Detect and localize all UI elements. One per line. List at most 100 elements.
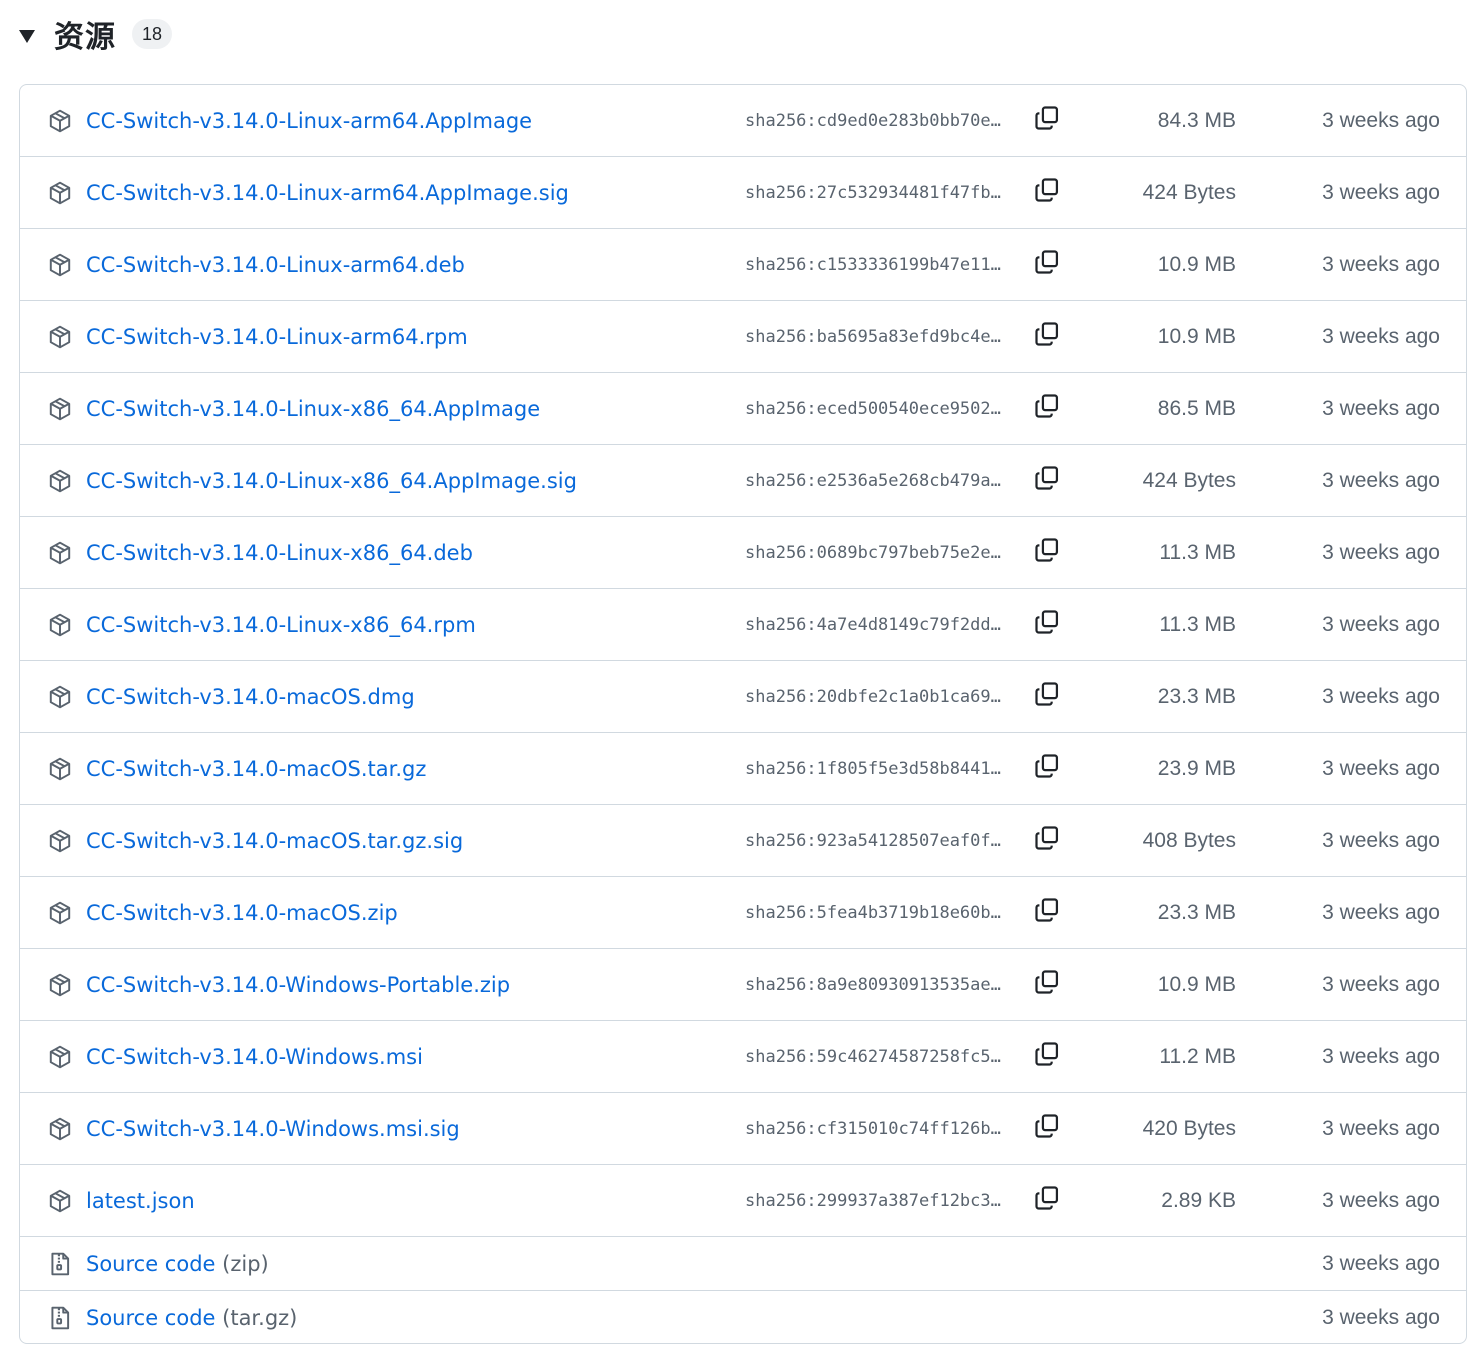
copy-sha-button[interactable]	[1029, 823, 1065, 859]
asset-sha256: sha256:0689bc797beb75e2e…	[745, 542, 1001, 563]
asset-time: 3 weeks ago	[1322, 972, 1440, 996]
asset-link[interactable]: CC-Switch-v3.14.0-macOS.tar.gz.sig	[86, 829, 463, 853]
package-icon	[47, 108, 73, 134]
copy-icon	[1033, 1040, 1061, 1073]
copy-sha-button[interactable]	[1029, 1183, 1065, 1219]
asset-link[interactable]: CC-Switch-v3.14.0-Linux-x86_64.AppImage.…	[86, 469, 577, 493]
asset-sha256: sha256:27c532934481f47fb…	[745, 182, 1001, 203]
copy-icon	[1033, 608, 1061, 641]
copy-sha-button[interactable]	[1029, 103, 1065, 139]
package-icon	[47, 468, 73, 494]
copy-sha-button[interactable]	[1029, 319, 1065, 355]
asset-size: 11.3 MB	[1159, 612, 1236, 636]
asset-link[interactable]: CC-Switch-v3.14.0-macOS.zip	[86, 901, 398, 925]
asset-sha256: sha256:8a9e80930913535ae…	[745, 974, 1001, 995]
asset-sha256: sha256:20dbfe2c1a0b1ca69…	[745, 686, 1001, 707]
asset-link[interactable]: CC-Switch-v3.14.0-macOS.tar.gz	[86, 757, 426, 781]
asset-time: 3 weeks ago	[1322, 396, 1440, 420]
asset-link[interactable]: CC-Switch-v3.14.0-Linux-x86_64.AppImage	[86, 397, 540, 421]
package-icon	[47, 828, 73, 854]
asset-time: 3 weeks ago	[1322, 468, 1440, 492]
asset-size: 23.3 MB	[1157, 684, 1236, 708]
asset-row: CC-Switch-v3.14.0-Linux-x86_64.deb sha256…	[20, 517, 1466, 589]
copy-sha-button[interactable]	[1029, 1111, 1065, 1147]
copy-sha-button[interactable]	[1029, 895, 1065, 931]
caret-down-icon[interactable]	[19, 29, 35, 43]
asset-sha256: sha256:4a7e4d8149c79f2dd…	[745, 614, 1001, 635]
asset-time: 3 weeks ago	[1322, 324, 1440, 348]
asset-row: CC-Switch-v3.14.0-Windows.msi sha256:59c4…	[20, 1021, 1466, 1093]
copy-icon	[1033, 1112, 1061, 1145]
asset-sha256: sha256:c1533336199b47e11…	[745, 254, 1001, 275]
copy-sha-button[interactable]	[1029, 535, 1065, 571]
copy-sha-button[interactable]	[1029, 751, 1065, 787]
asset-link[interactable]: CC-Switch-v3.14.0-macOS.dmg	[86, 685, 415, 709]
asset-time: 3 weeks ago	[1322, 900, 1440, 924]
copy-icon	[1033, 320, 1061, 353]
asset-size: 420 Bytes	[1142, 1116, 1236, 1140]
copy-icon	[1033, 1184, 1061, 1217]
asset-link[interactable]: CC-Switch-v3.14.0-Linux-arm64.rpm	[86, 325, 468, 349]
source-code-row: Source code (tar.gz) 3 weeks ago	[20, 1291, 1466, 1343]
asset-link[interactable]: CC-Switch-v3.14.0-Linux-x86_64.deb	[86, 541, 473, 565]
asset-link[interactable]: CC-Switch-v3.14.0-Linux-arm64.AppImage	[86, 109, 532, 133]
copy-sha-button[interactable]	[1029, 247, 1065, 283]
asset-row: CC-Switch-v3.14.0-Linux-arm64.rpm sha256:…	[20, 301, 1466, 373]
copy-icon	[1033, 464, 1061, 497]
source-code-format: (zip)	[222, 1251, 269, 1276]
copy-sha-button[interactable]	[1029, 679, 1065, 715]
asset-size: 23.3 MB	[1157, 900, 1236, 924]
package-icon	[47, 684, 73, 710]
asset-link[interactable]: CC-Switch-v3.14.0-Windows.msi.sig	[86, 1117, 460, 1141]
copy-icon	[1033, 680, 1061, 713]
asset-size: 11.2 MB	[1159, 1044, 1236, 1068]
copy-icon	[1033, 896, 1061, 929]
asset-size: 11.3 MB	[1159, 540, 1236, 564]
source-code-format: (tar.gz)	[222, 1306, 298, 1330]
asset-time: 3 weeks ago	[1322, 540, 1440, 564]
copy-sha-button[interactable]	[1029, 391, 1065, 427]
copy-sha-button[interactable]	[1029, 967, 1065, 1003]
package-icon	[47, 1044, 73, 1070]
assets-header[interactable]: 资源 18	[16, 10, 173, 58]
package-icon	[47, 180, 73, 206]
asset-size: 2.89 KB	[1161, 1188, 1236, 1212]
asset-time: 3 weeks ago	[1322, 1116, 1440, 1140]
asset-time: 3 weeks ago	[1322, 108, 1440, 132]
package-icon	[47, 900, 73, 926]
source-code-link[interactable]: Source code (zip)	[86, 1252, 269, 1276]
asset-link[interactable]: latest.json	[86, 1189, 195, 1213]
asset-time: 3 weeks ago	[1322, 1044, 1440, 1068]
asset-size: 10.9 MB	[1157, 252, 1236, 276]
copy-sha-button[interactable]	[1029, 1039, 1065, 1075]
asset-sha256: sha256:ba5695a83efd9bc4e…	[745, 326, 1001, 347]
assets-list: CC-Switch-v3.14.0-Linux-arm64.AppImage sh…	[19, 84, 1467, 1344]
asset-sha256: sha256:eced500540ece9502…	[745, 398, 1001, 419]
asset-size: 424 Bytes	[1142, 180, 1236, 204]
asset-row: CC-Switch-v3.14.0-Linux-x86_64.AppImage.…	[20, 445, 1466, 517]
package-icon	[47, 396, 73, 422]
source-code-link[interactable]: Source code (tar.gz)	[86, 1306, 297, 1330]
asset-row: latest.json sha256:299937a387ef12bc3… 2.89…	[20, 1165, 1466, 1237]
asset-size: 408 Bytes	[1142, 828, 1236, 852]
copy-sha-button[interactable]	[1029, 607, 1065, 643]
asset-size: 10.9 MB	[1157, 972, 1236, 996]
copy-icon	[1033, 392, 1061, 425]
asset-sha256: sha256:5fea4b3719b18e60b…	[745, 902, 1001, 923]
asset-row: CC-Switch-v3.14.0-macOS.tar.gz sha256:1f8…	[20, 733, 1466, 805]
asset-link[interactable]: CC-Switch-v3.14.0-Windows-Portable.zip	[86, 973, 510, 997]
source-code-time: 3 weeks ago	[1322, 1251, 1440, 1275]
package-icon	[47, 1116, 73, 1142]
source-code-time: 3 weeks ago	[1322, 1306, 1440, 1329]
asset-row: CC-Switch-v3.14.0-Linux-x86_64.rpm sha256…	[20, 589, 1466, 661]
copy-sha-button[interactable]	[1029, 463, 1065, 499]
asset-link[interactable]: CC-Switch-v3.14.0-Linux-arm64.AppImage.s…	[86, 181, 569, 205]
asset-link[interactable]: CC-Switch-v3.14.0-Linux-arm64.deb	[86, 253, 465, 277]
asset-link[interactable]: CC-Switch-v3.14.0-Linux-x86_64.rpm	[86, 613, 476, 637]
copy-icon	[1033, 176, 1061, 209]
file-zip-icon	[47, 1305, 73, 1331]
asset-link[interactable]: CC-Switch-v3.14.0-Windows.msi	[86, 1045, 423, 1069]
asset-row: CC-Switch-v3.14.0-Windows.msi.sig sha256:…	[20, 1093, 1466, 1165]
copy-sha-button[interactable]	[1029, 175, 1065, 211]
package-icon	[47, 972, 73, 998]
